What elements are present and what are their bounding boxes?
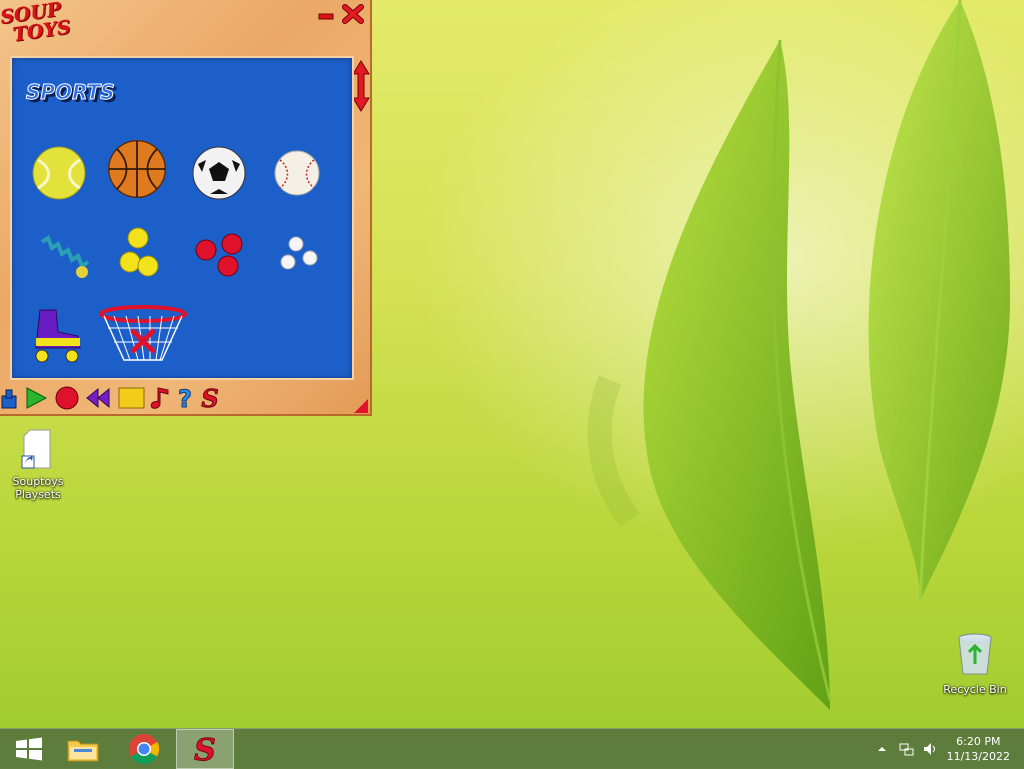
rewind-icon[interactable] [86, 386, 110, 410]
minimize-button[interactable] [318, 8, 334, 22]
icon-label: Recycle Bin [943, 683, 1007, 696]
spring-icon[interactable] [34, 228, 96, 290]
music-icon[interactable] [148, 386, 172, 410]
red-balls-icon[interactable] [188, 226, 250, 288]
taskbar-souptoys[interactable]: S [176, 729, 234, 769]
taskbar-clock[interactable]: 6:20 PM 11/13/2022 [947, 734, 1010, 764]
volume-icon[interactable] [922, 741, 938, 757]
tennis-ball-icon[interactable] [28, 142, 90, 204]
bottom-toolbar: ? S [0, 384, 372, 412]
taskbar: S 6:20 PM 11/13/2022 [0, 728, 1024, 769]
scroll-arrow-button[interactable] [352, 60, 370, 112]
show-hidden-icons-icon[interactable] [874, 741, 890, 757]
souptoys-s-icon: S [194, 734, 217, 764]
svg-text:?: ? [178, 386, 192, 410]
logo-line2: TOYS [11, 16, 72, 47]
stop-icon[interactable] [118, 386, 145, 410]
souptoys-logo: SOUP TOYS [0, 0, 72, 54]
clock-time: 6:20 PM [956, 735, 1001, 748]
chrome-icon [128, 734, 160, 765]
taskbar-file-explorer[interactable] [54, 729, 112, 769]
svg-text:S: S [201, 386, 218, 410]
baseball-icon[interactable] [266, 142, 328, 204]
soup-s-icon[interactable]: S [198, 386, 222, 410]
toy-panel: SPORTS [10, 56, 354, 380]
category-title: SPORTS [26, 80, 116, 105]
soccer-ball-icon[interactable] [188, 142, 250, 204]
start-button[interactable] [0, 729, 58, 769]
record-icon[interactable] [55, 386, 79, 410]
white-balls-icon[interactable] [268, 226, 330, 288]
basketball-hoop-icon[interactable] [98, 304, 188, 366]
roller-skate-icon[interactable] [26, 304, 88, 366]
help-icon[interactable]: ? [173, 386, 197, 410]
souptoys-window[interactable]: SOUP TOYS SPORTS ? S [0, 0, 372, 416]
desktop-icon-souptoys-playsets[interactable]: Souptoys Playsets [6, 428, 70, 501]
close-button[interactable] [342, 4, 364, 24]
basketball-icon[interactable] [106, 138, 168, 200]
recycle-bin-icon [958, 633, 992, 675]
icon-label: Souptoys [12, 475, 64, 488]
network-icon[interactable] [898, 741, 914, 757]
resize-grip-icon[interactable] [354, 399, 368, 413]
windows-logo-icon [16, 737, 42, 761]
spawner-icon[interactable] [0, 386, 24, 410]
icon-label: Playsets [15, 488, 61, 501]
play-icon[interactable] [24, 386, 48, 410]
desktop-icon-recycle-bin[interactable]: Recycle Bin [943, 632, 1007, 696]
clock-date: 11/13/2022 [946, 750, 1010, 763]
folder-icon [67, 740, 99, 762]
yellow-balls-icon[interactable] [108, 226, 170, 288]
shortcut-file-icon [21, 429, 51, 469]
taskbar-chrome[interactable] [115, 729, 173, 769]
svg-text:S: S [194, 734, 216, 764]
